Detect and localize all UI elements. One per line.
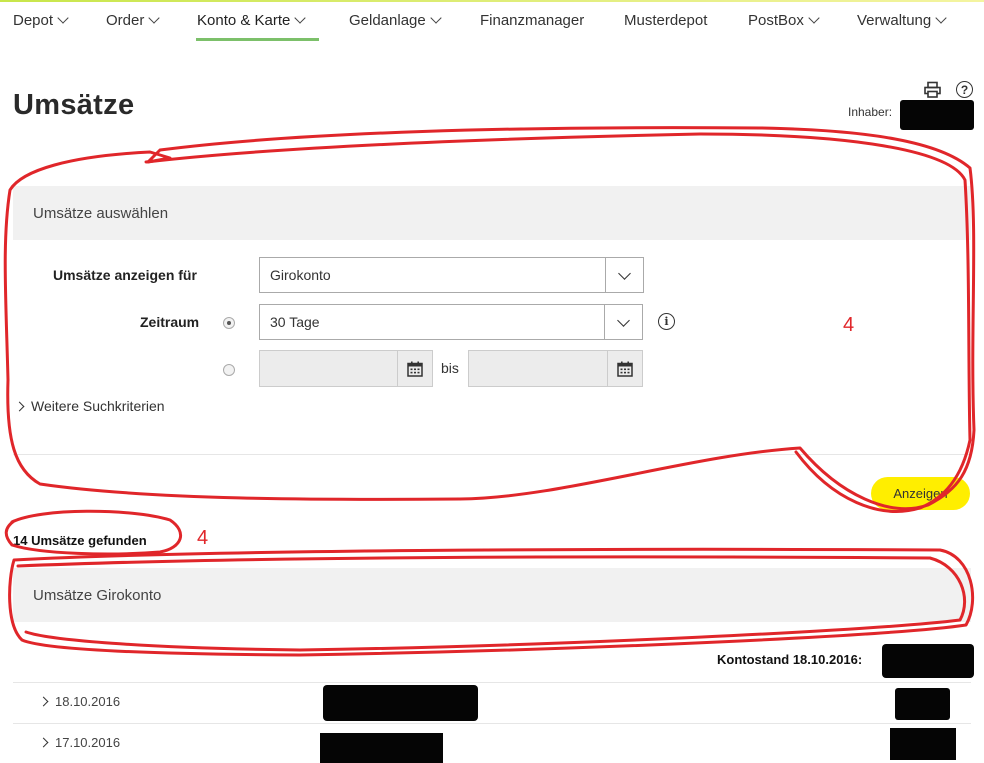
nav-item-postbox[interactable]: PostBox bbox=[748, 12, 820, 29]
nav-label: Musterdepot bbox=[624, 12, 708, 29]
nav-item-order[interactable]: Order bbox=[106, 12, 161, 29]
annotation-number: 4 bbox=[843, 314, 855, 336]
table-row[interactable]: 17.10.2016 bbox=[38, 735, 121, 750]
chevron-down-icon bbox=[430, 12, 442, 24]
chevron-down-icon bbox=[808, 12, 820, 24]
chevron-down-icon bbox=[618, 266, 631, 280]
info-icon[interactable]: i bbox=[658, 313, 675, 330]
chevron-down-icon bbox=[935, 12, 947, 24]
main-navigation: Depot Order Konto & Karte Geldanlage Fin… bbox=[0, 2, 984, 42]
owner-label: Inhaber: bbox=[848, 105, 893, 119]
balance-value-redacted bbox=[882, 644, 974, 678]
chevron-down-icon bbox=[294, 12, 307, 24]
chevron-down-icon bbox=[57, 12, 69, 24]
results-count: 14 Umsätze gefunden bbox=[13, 533, 147, 548]
nav-label: Verwaltung bbox=[857, 12, 932, 29]
account-select-value: Girokonto bbox=[270, 267, 331, 283]
nav-label: Finanzmanager bbox=[480, 12, 585, 29]
nav-item-finanzmanager[interactable]: Finanzmanager bbox=[480, 12, 584, 29]
table-divider bbox=[13, 723, 971, 724]
row-date: 17.10.2016 bbox=[55, 735, 121, 750]
row-amount-redacted bbox=[890, 728, 956, 760]
nav-item-depot[interactable]: Depot bbox=[13, 12, 69, 29]
account-select-toggle[interactable] bbox=[605, 258, 643, 292]
help-icon[interactable]: ? bbox=[956, 81, 973, 98]
nav-label: Geldanlage bbox=[349, 12, 426, 29]
page-title: Umsätze bbox=[13, 89, 135, 121]
more-search-criteria-toggle[interactable]: Weitere Suchkriterien bbox=[14, 398, 165, 414]
date-from-field[interactable] bbox=[259, 350, 433, 387]
filter-panel-header: Umsätze auswählen bbox=[13, 186, 971, 240]
owner-name-redacted bbox=[900, 100, 974, 130]
nav-label: Order bbox=[106, 12, 145, 29]
print-icon[interactable] bbox=[924, 81, 941, 98]
filter-divider bbox=[13, 454, 971, 455]
date-to-calendar-button[interactable] bbox=[607, 351, 642, 386]
chevron-right-icon bbox=[38, 737, 49, 748]
table-divider bbox=[13, 682, 971, 683]
date-range-separator: bis bbox=[441, 360, 459, 376]
chevron-down-icon bbox=[148, 12, 161, 24]
nav-item-verwaltung[interactable]: Verwaltung bbox=[857, 12, 947, 29]
period-label: Zeitraum bbox=[140, 314, 200, 330]
account-label: Umsätze anzeigen für bbox=[53, 267, 197, 283]
nav-label: Konto & Karte bbox=[197, 12, 291, 29]
date-from-calendar-button[interactable] bbox=[397, 351, 432, 386]
calendar-icon bbox=[407, 361, 423, 377]
period-preset-radio[interactable] bbox=[223, 317, 235, 329]
row-amount-redacted bbox=[895, 688, 950, 720]
period-select[interactable]: 30 Tage bbox=[259, 304, 643, 340]
account-select[interactable]: Girokonto bbox=[259, 257, 644, 293]
table-row[interactable]: 18.10.2016 bbox=[38, 694, 121, 709]
row-date: 18.10.2016 bbox=[55, 694, 121, 709]
chevron-right-icon bbox=[38, 696, 49, 707]
period-select-value: 30 Tage bbox=[270, 314, 320, 330]
period-select-toggle[interactable] bbox=[604, 305, 642, 339]
annotation-number: 4 bbox=[197, 527, 209, 549]
nav-item-konto-karte[interactable]: Konto & Karte bbox=[197, 12, 307, 29]
account-balance-label: Kontostand 18.10.2016: bbox=[717, 652, 863, 667]
nav-item-geldanlage[interactable]: Geldanlage bbox=[349, 12, 442, 29]
nav-item-musterdepot[interactable]: Musterdepot bbox=[624, 12, 707, 29]
results-section-header: Umsätze Girokonto bbox=[13, 568, 971, 622]
show-button[interactable]: Anzeigen bbox=[871, 477, 970, 510]
more-search-criteria-label: Weitere Suchkriterien bbox=[31, 398, 165, 414]
chevron-right-icon bbox=[14, 401, 25, 411]
row-description-redacted bbox=[323, 685, 478, 721]
row-description-redacted bbox=[320, 733, 443, 763]
nav-label: PostBox bbox=[748, 12, 804, 29]
chevron-down-icon bbox=[617, 313, 630, 327]
nav-active-indicator bbox=[196, 38, 319, 41]
calendar-icon bbox=[617, 361, 633, 377]
period-custom-radio[interactable] bbox=[223, 364, 235, 376]
date-to-field[interactable] bbox=[468, 350, 643, 387]
nav-label: Depot bbox=[13, 12, 54, 29]
